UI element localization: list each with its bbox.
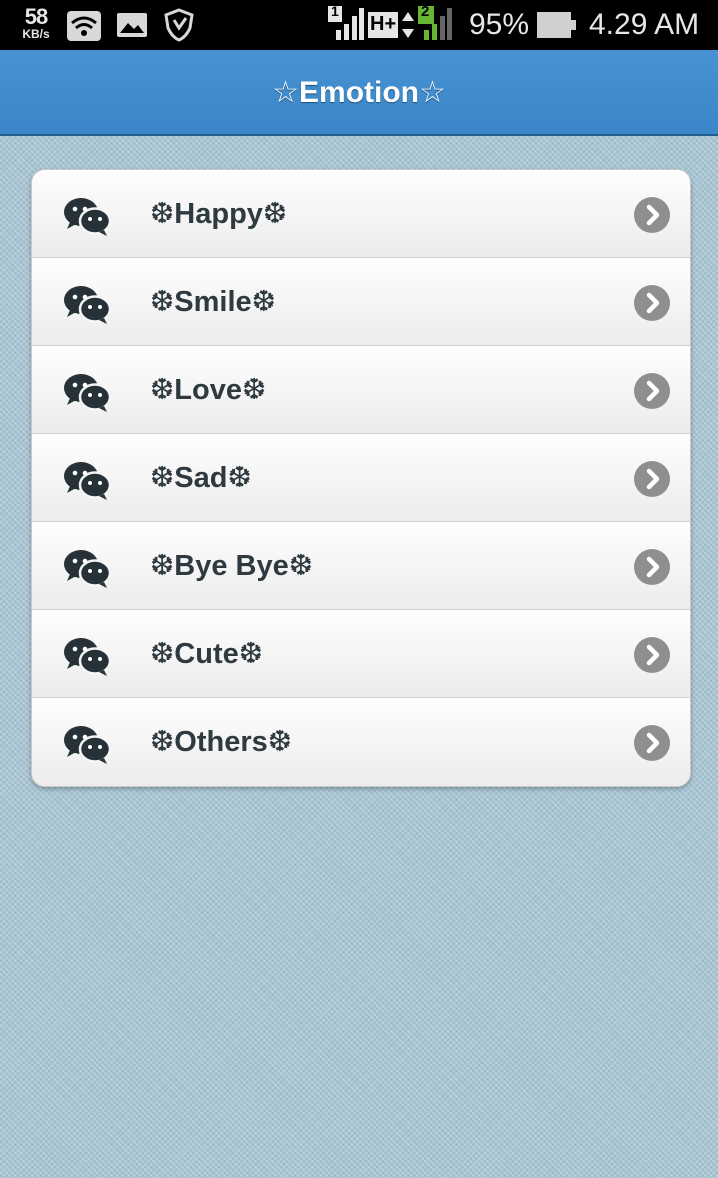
app-header: ☆Emotion☆ — [0, 50, 718, 136]
list-item-cute[interactable]: ❆Cute❆ — [32, 610, 690, 698]
sim1-label: 1 — [331, 3, 339, 19]
clock: 4.29 AM — [589, 8, 700, 41]
chevron-right-icon — [634, 637, 670, 673]
network-speed-unit: KB/s — [22, 27, 50, 41]
network-speed: 58 KB/s — [16, 4, 56, 41]
list-item-bye-bye[interactable]: ❆Bye Bye❆ — [32, 522, 690, 610]
chevron-right-icon — [634, 461, 670, 497]
list-item-sad[interactable]: ❆Sad❆ — [32, 434, 690, 522]
list-item-label: ❆Others❆ — [150, 726, 293, 758]
chevron-right-icon — [634, 549, 670, 585]
shield-notification-icon — [162, 8, 196, 42]
page-title: ☆Emotion☆ — [272, 76, 446, 109]
wechat-icon — [62, 284, 112, 324]
wechat-icon — [62, 372, 112, 412]
wechat-icon — [62, 196, 112, 236]
chevron-right-icon — [634, 373, 670, 409]
wechat-icon — [62, 460, 112, 500]
wifi-icon — [66, 10, 102, 42]
emotion-list: ❆Happy❆ ❆Smile❆ ❆Love❆ ❆Sad❆ ❆Bye Bye❆ ❆… — [31, 169, 691, 787]
list-item-label: ❆Smile❆ — [150, 286, 276, 318]
wechat-icon — [62, 548, 112, 588]
chevron-right-icon — [634, 285, 670, 321]
wechat-icon — [62, 636, 112, 676]
list-item-smile[interactable]: ❆Smile❆ — [32, 258, 690, 346]
list-item-happy[interactable]: ❆Happy❆ — [32, 170, 690, 258]
network-type-label: H+ — [370, 13, 397, 35]
list-item-label: ❆Bye Bye❆ — [150, 550, 314, 582]
wechat-icon — [62, 724, 112, 764]
list-item-others[interactable]: ❆Others❆ — [32, 698, 690, 786]
network-speed-value: 58 — [24, 4, 48, 29]
chevron-right-icon — [634, 197, 670, 233]
image-notification-icon — [116, 12, 148, 38]
battery-percent: 95% — [469, 8, 530, 41]
status-bar: 58 KB/s 1 H+ 2 95% 4.29 AM — [0, 0, 718, 50]
list-item-label: ❆Happy❆ — [150, 198, 288, 230]
battery-icon — [537, 12, 577, 38]
list-item-love[interactable]: ❆Love❆ — [32, 346, 690, 434]
list-item-label: ❆Cute❆ — [150, 638, 264, 670]
sim2-label: 2 — [421, 3, 430, 20]
list-item-label: ❆Sad❆ — [150, 462, 252, 494]
chevron-right-icon — [634, 725, 670, 761]
list-item-label: ❆Love❆ — [150, 374, 267, 406]
